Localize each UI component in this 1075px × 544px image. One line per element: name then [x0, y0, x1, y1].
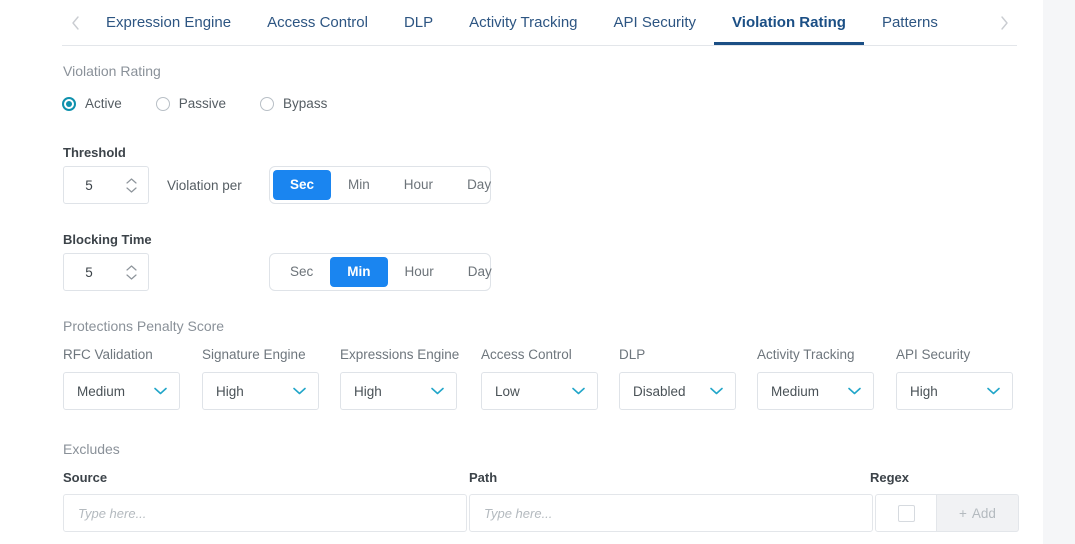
- penalty-value-activity-tracking: Medium: [771, 383, 820, 399]
- penalty-select-expressions-engine[interactable]: High: [340, 372, 457, 410]
- violation-per-label: Violation per: [167, 178, 242, 193]
- penalty-select-activity-tracking[interactable]: Medium: [757, 372, 874, 410]
- threshold-unit-hour[interactable]: Hour: [387, 170, 450, 200]
- add-exclude-button[interactable]: + Add: [937, 494, 1019, 532]
- blocking-time-value[interactable]: 5: [64, 265, 120, 280]
- penalty-value-signature-engine: High: [216, 383, 244, 399]
- radio-bypass-label: Bypass: [283, 96, 328, 111]
- penalty-select-api-security[interactable]: High: [896, 372, 1013, 410]
- chevron-down-icon: [987, 387, 1000, 395]
- tab-access-control[interactable]: Access Control: [249, 0, 386, 45]
- chevron-down-icon: [710, 387, 723, 395]
- penalty-value-access-control: Low: [495, 383, 520, 399]
- excludes-path-placeholder: Type here...: [484, 505, 553, 521]
- violation-rating-title: Violation Rating: [63, 63, 161, 79]
- tab-violation-rating[interactable]: Violation Rating: [714, 0, 864, 45]
- excludes-source-input[interactable]: Type here...: [63, 494, 467, 532]
- radio-active-label: Active: [85, 96, 122, 111]
- chevron-down-icon: [848, 387, 861, 395]
- threshold-unit-sec[interactable]: Sec: [273, 170, 332, 200]
- stepper-arrows: [120, 177, 148, 193]
- penalty-column-dlp: DLP Disabled: [619, 347, 736, 410]
- radio-active[interactable]: Active: [62, 96, 122, 111]
- penalty-column-api-security: API Security High: [896, 347, 1013, 410]
- blocking-time-stepper[interactable]: 5: [63, 253, 149, 291]
- threshold-unit-day[interactable]: Day: [450, 170, 508, 200]
- blocking-time-unit-sec[interactable]: Sec: [273, 257, 330, 287]
- stepper-arrows: [120, 264, 148, 280]
- tab-list: Expression Engine Access Control DLP Act…: [88, 0, 991, 45]
- radio-bypass[interactable]: Bypass: [260, 96, 327, 111]
- settings-page: Expression Engine Access Control DLP Act…: [0, 0, 1043, 544]
- penalty-column-signature-engine: Signature Engine High: [202, 347, 319, 410]
- chevron-left-icon[interactable]: [62, 15, 88, 30]
- penalty-label-activity-tracking: Activity Tracking: [757, 347, 855, 362]
- penalty-label-signature-engine: Signature Engine: [202, 347, 306, 362]
- excludes-row: Type here... Type here... + Add: [63, 494, 1019, 532]
- penalty-value-rfc-validation: Medium: [77, 383, 126, 399]
- blocking-time-unit-day[interactable]: Day: [451, 257, 509, 287]
- tab-expression-engine[interactable]: Expression Engine: [88, 0, 249, 45]
- penalty-column-rfc-validation: RFC Validation Medium: [63, 347, 180, 410]
- tab-dlp[interactable]: DLP: [386, 0, 451, 45]
- chevron-down-icon: [154, 387, 167, 395]
- penalty-label-dlp: DLP: [619, 347, 646, 362]
- penalty-select-rfc-validation[interactable]: Medium: [63, 372, 180, 410]
- penalty-column-access-control: Access Control Low: [481, 347, 598, 410]
- regex-checkbox[interactable]: [897, 504, 915, 522]
- penalty-select-dlp[interactable]: Disabled: [619, 372, 736, 410]
- threshold-label: Threshold: [63, 145, 126, 160]
- radio-icon: [62, 96, 76, 111]
- plus-icon: +: [959, 505, 967, 521]
- excludes-path-input[interactable]: Type here...: [469, 494, 873, 532]
- chevron-down-icon: [125, 186, 137, 193]
- penalty-value-api-security: High: [910, 383, 938, 399]
- blocking-time-unit-hour[interactable]: Hour: [388, 257, 451, 287]
- chevron-up-icon: [125, 177, 137, 184]
- page-gutter: [1043, 0, 1075, 544]
- penalty-select-signature-engine[interactable]: High: [202, 372, 319, 410]
- chevron-down-icon: [293, 387, 306, 395]
- blocking-time-unit-toggle: Sec Min Hour Day: [269, 253, 492, 291]
- tab-patterns[interactable]: Patterns: [864, 0, 956, 45]
- chevron-down-icon: [572, 387, 585, 395]
- excludes-header-regex: Regex: [870, 470, 910, 485]
- blocking-time-unit-min[interactable]: Min: [330, 257, 388, 287]
- chevron-right-icon[interactable]: [991, 15, 1017, 30]
- penalty-column-activity-tracking: Activity Tracking Medium: [757, 347, 874, 410]
- excludes-title: Excludes: [63, 441, 120, 457]
- penalty-label-expressions-engine: Expressions Engine: [340, 347, 460, 362]
- penalty-value-expressions-engine: High: [354, 383, 382, 399]
- threshold-unit-toggle: Sec Min Hour Day: [269, 166, 491, 204]
- chevron-down-icon: [431, 387, 444, 395]
- tab-bar: Expression Engine Access Control DLP Act…: [62, 0, 1017, 46]
- penalty-select-access-control[interactable]: Low: [481, 372, 598, 410]
- excludes-source-placeholder: Type here...: [78, 505, 147, 521]
- excludes-regex-cell: [875, 494, 937, 532]
- radio-passive[interactable]: Passive: [155, 96, 227, 111]
- threshold-stepper[interactable]: 5: [63, 166, 149, 204]
- radio-icon: [155, 96, 170, 111]
- penalty-label-access-control: Access Control: [481, 347, 572, 362]
- threshold-value[interactable]: 5: [64, 178, 120, 193]
- penalty-label-api-security: API Security: [896, 347, 971, 362]
- radio-passive-label: Passive: [178, 96, 227, 111]
- chevron-down-icon: [125, 273, 137, 280]
- tab-activity-tracking[interactable]: Activity Tracking: [451, 0, 595, 45]
- radio-icon: [260, 96, 275, 111]
- threshold-unit-min[interactable]: Min: [331, 170, 387, 200]
- blocking-time-label: Blocking Time: [63, 232, 152, 247]
- excludes-header-path: Path: [469, 470, 498, 485]
- tab-api-security[interactable]: API Security: [596, 0, 715, 45]
- penalty-value-dlp: Disabled: [633, 383, 686, 399]
- add-button-label: Add: [971, 505, 996, 521]
- violation-rating-radio-group: Active Passive Bypass: [62, 96, 361, 111]
- excludes-header-source: Source: [63, 470, 108, 485]
- penalty-label-rfc-validation: RFC Validation: [63, 347, 153, 362]
- chevron-up-icon: [125, 264, 137, 271]
- penalty-column-expressions-engine: Expressions Engine High: [340, 347, 459, 410]
- penalty-score-title: Protections Penalty Score: [63, 318, 225, 334]
